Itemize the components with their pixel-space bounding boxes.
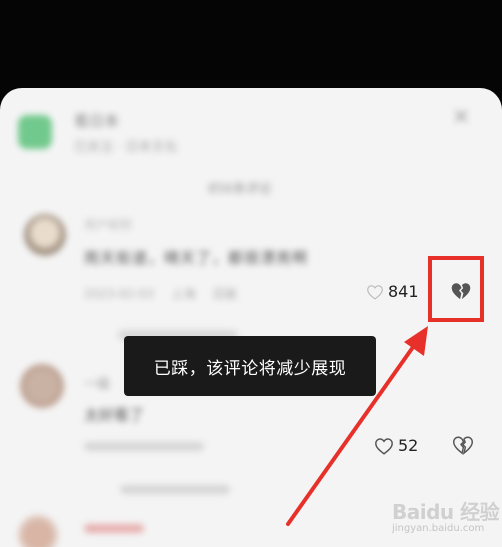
annotation-arrow (286, 326, 428, 526)
watermark: Baidu 经验 jingyan.baidu.com (392, 496, 500, 534)
screen: 看日本 已关注 · 日本文化 × 856条评论 用户昵称 雨天街道，晴天了，都很… (0, 0, 502, 547)
watermark-brand: Baidu 经验 (392, 500, 500, 524)
toast-message: 已踩，该评论将减少展现 (124, 336, 376, 396)
watermark-url: jingyan.baidu.com (392, 523, 485, 534)
